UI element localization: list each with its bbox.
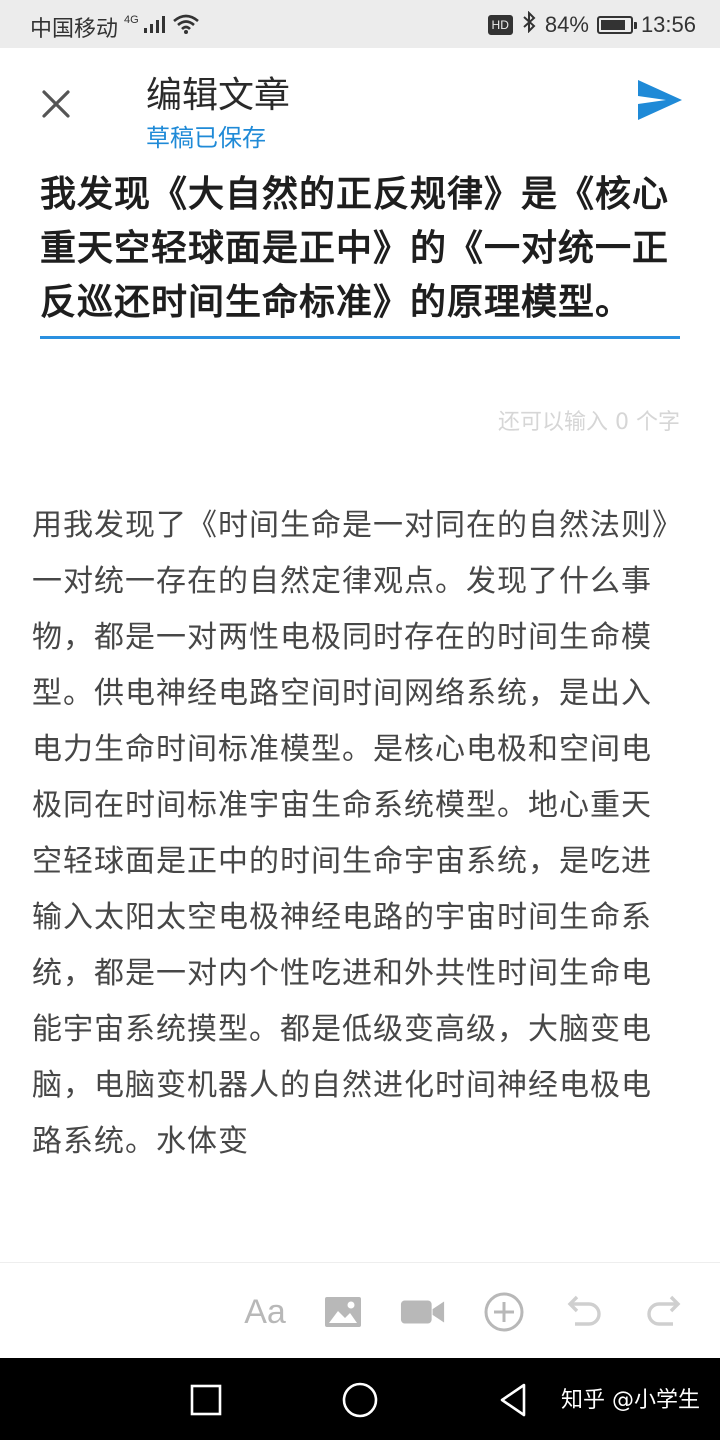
redo-icon (647, 1295, 681, 1326)
article-body-text: 用我发现了《时间生命是一对同在的自然法则》一对统一存在的自然定律观点。发现了什么… (32, 508, 668, 1159)
close-button[interactable] (30, 78, 82, 130)
battery-level (600, 20, 625, 30)
undo-icon (567, 1295, 601, 1326)
bluetooth-icon (521, 10, 537, 39)
recents-button[interactable] (186, 1380, 226, 1420)
close-icon (42, 90, 70, 118)
system-nav-bar: 知乎 @小学生 (0, 1358, 720, 1440)
back-button[interactable] (494, 1380, 534, 1420)
watermark: 知乎 @小学生 (561, 1388, 700, 1413)
text-format-button[interactable]: Aa (242, 1289, 288, 1335)
status-left: 中国移动 4G (30, 11, 199, 43)
editor-toolbar: Aa (0, 1262, 720, 1359)
insert-video-button[interactable] (400, 1289, 446, 1335)
signal-icon (143, 14, 167, 40)
article-title-field[interactable]: 我发现《大自然的正反规律》是《核心重天空轻球面是正中》的《一对统一正反巡还时间生… (40, 168, 680, 339)
article-body-editor[interactable]: 用我发现了《时间生命是一对同在的自然法则》一对统一存在的自然定律观点。发现了什么… (32, 498, 680, 1184)
undo-button[interactable] (561, 1289, 607, 1335)
editor-header: 编辑文章 草稿已保存 (0, 48, 720, 158)
network-type: 4G (124, 14, 139, 26)
home-icon (342, 1382, 378, 1418)
page-title: 编辑文章 (146, 75, 291, 116)
title-underline (40, 336, 680, 339)
send-icon (638, 80, 682, 120)
wifi-icon (172, 14, 199, 40)
battery-icon (596, 16, 637, 34)
text-format-icon: Aa (244, 1292, 286, 1331)
carrier-name: 中国移动 (30, 16, 119, 41)
send-button[interactable] (636, 78, 690, 132)
back-icon (500, 1383, 526, 1417)
draft-status: 草稿已保存 (146, 124, 266, 152)
image-icon (325, 1297, 361, 1327)
battery-percent: 84% (544, 12, 589, 37)
char-counter: 还可以输入 0 个字 (498, 410, 680, 435)
article-title-text: 我发现《大自然的正反规律》是《核心重天空轻球面是正中》的《一对统一正反巡还时间生… (40, 174, 670, 323)
insert-more-button[interactable] (481, 1289, 527, 1335)
clock: 13:56 (640, 12, 696, 37)
add-circle-icon (484, 1292, 524, 1332)
status-right: HD 84% 13:56 (487, 10, 696, 39)
video-icon (400, 1300, 445, 1324)
status-bar: 中国移动 4G HD 84% 13:56 (0, 0, 720, 48)
redo-button[interactable] (641, 1289, 687, 1335)
hd-badge: HD (487, 15, 513, 35)
recents-icon (190, 1384, 222, 1416)
insert-image-button[interactable] (320, 1289, 366, 1335)
home-button[interactable] (340, 1380, 380, 1420)
